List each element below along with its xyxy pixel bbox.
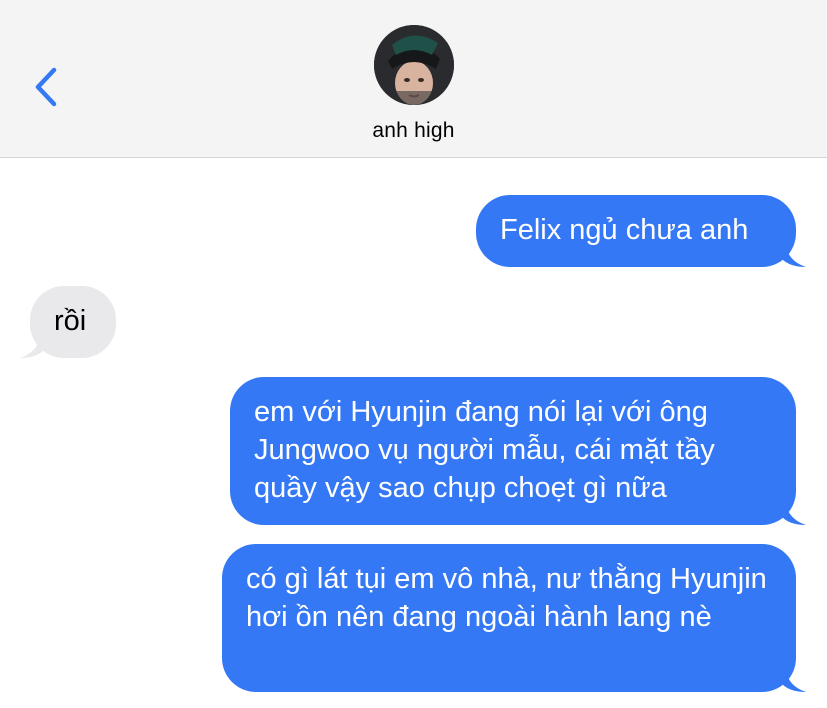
message-thread: Felix ngủ chưa anh rồi em với Hyunjin đa… [0,159,827,708]
contact-avatar[interactable] [374,25,454,105]
message-bubble-incoming[interactable]: rồi [20,286,116,358]
back-button[interactable] [30,64,66,110]
message-text: Felix ngủ chưa anh [500,214,749,246]
message-text: có gì lát tụi em vô nhà, nư thằng Hyunji… [246,563,767,633]
conversation-header: anh high [0,0,827,158]
message-bubble-outgoing[interactable]: Felix ngủ chưa anh [476,195,806,267]
bubble-tail-icon [782,503,806,525]
chevron-left-icon [35,67,57,107]
bubble-tail-icon [782,670,806,692]
avatar-photo [374,25,454,105]
message-bubble-outgoing[interactable]: em với Hyunjin đang nói lại với ông Jung… [230,377,806,525]
message-text: em với Hyunjin đang nói lại với ông Jung… [254,396,715,504]
message-bubble-outgoing[interactable]: có gì lát tụi em vô nhà, nư thằng Hyunji… [222,544,806,692]
message-text: rồi [54,305,87,337]
bubble-tail-icon [20,336,44,358]
bubble-tail-icon [782,245,806,267]
contact-name[interactable]: anh high [0,119,827,143]
